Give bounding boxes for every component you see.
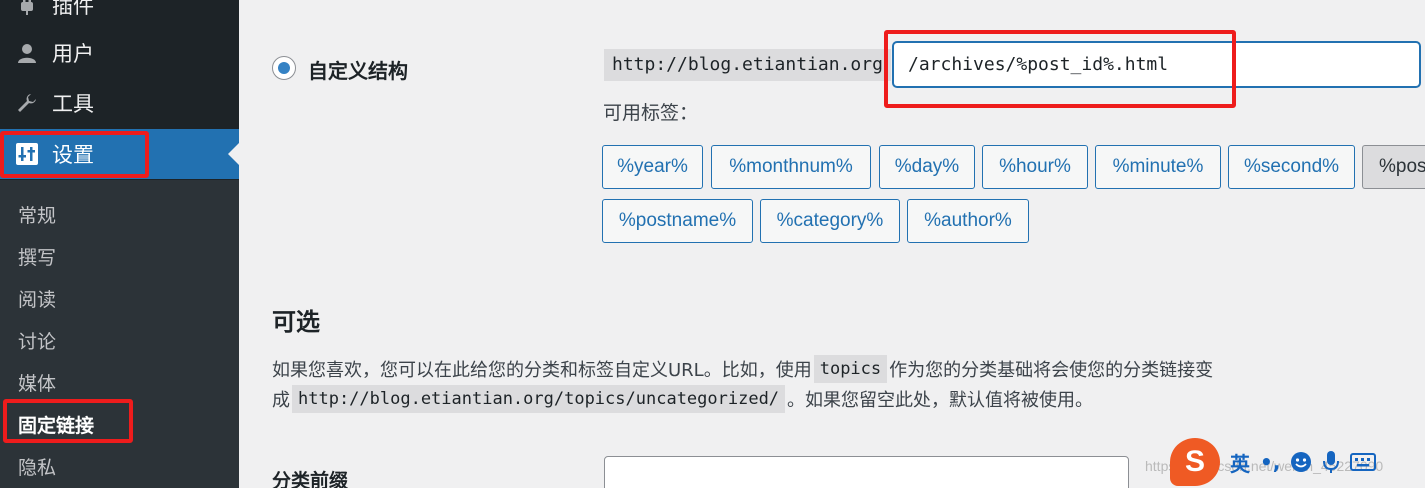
tag-button-post-id[interactable]: %pos [1362,145,1425,189]
submenu-item-writing[interactable]: 撰写 [18,243,56,270]
custom-structure-label: 自定义结构 [308,59,408,83]
permalink-prefix: http://blog.etiantian.org [604,49,891,81]
tag-button-hour[interactable]: %hour% [982,145,1088,189]
tag-button-second[interactable]: %second% [1228,145,1355,189]
menu-item-label: 工具 [52,92,94,116]
category-base-input[interactable] [604,456,1129,488]
ime-punctuation-toggle[interactable]: •, [1260,450,1280,474]
tag-button-minute[interactable]: %minute% [1095,145,1221,189]
menu-item-tools[interactable]: 工具 [0,78,239,128]
wrench-icon [14,90,40,116]
settings-sliders-icon [14,141,40,167]
ime-language-toggle[interactable]: 英 [1230,448,1250,477]
menu-item-settings[interactable]: 设置 [0,129,239,179]
tag-button-author[interactable]: %author% [907,199,1029,243]
desc-text: 成 [272,390,290,411]
desc-text: 如果您喜欢，您可以在此给您的分类和标签自定义URL。比如，使用 [272,360,812,381]
menu-item-plugins[interactable]: 插件 [0,0,239,30]
optional-description-line2: 成 http://blog.etiantian.org/topics/uncat… [272,383,1093,415]
user-icon [14,40,40,66]
menu-item-label: 用户 [52,42,94,66]
custom-structure-radio[interactable] [272,56,296,80]
tag-button-year[interactable]: %year% [602,145,703,189]
settings-submenu: 常规 撰写 阅读 讨论 媒体 固定链接 隐私 [0,180,239,488]
submenu-item-media[interactable]: 媒体 [18,369,56,396]
radio-selected-dot [278,62,290,74]
desc-code-topics: topics [813,355,888,383]
desc-text: 作为您的分类基础将会使您的分类链接变 [889,360,1214,381]
emoji-icon[interactable] [1290,451,1312,473]
ime-logo[interactable]: S [1170,438,1220,486]
menu-item-users[interactable]: 用户 [0,28,239,78]
menu-item-label: 插件 [52,0,94,18]
optional-section-title: 可选 [272,308,320,336]
available-tags-label: 可用标签： [603,102,699,124]
submenu-item-general[interactable]: 常规 [18,201,56,228]
tag-button-postname[interactable]: %postname% [602,199,753,243]
desc-code-example-url: http://blog.etiantian.org/topics/uncateg… [292,385,786,413]
permalink-structure-input[interactable] [893,42,1420,87]
desc-text: 。如果您留空此处，默认值将被使用。 [787,390,1094,411]
menu-item-label: 设置 [52,143,94,167]
category-base-label: 分类前缀 [272,470,349,488]
submenu-item-discussion[interactable]: 讨论 [18,327,56,354]
optional-description-line1: 如果您喜欢，您可以在此给您的分类和标签自定义URL。比如，使用 topics 作… [272,353,1213,385]
submenu-item-privacy[interactable]: 隐私 [18,453,56,480]
keyboard-icon[interactable] [1350,452,1377,472]
plugin-icon [14,0,40,18]
microphone-icon[interactable] [1322,450,1340,474]
submenu-item-permalinks[interactable]: 固定链接 [18,411,94,438]
tag-button-monthnum[interactable]: %monthnum% [711,145,871,189]
submenu-item-reading[interactable]: 阅读 [18,285,56,312]
ime-toolbar: S 英 •, [1170,436,1425,488]
tag-button-category[interactable]: %category% [760,199,900,243]
admin-sidebar: 插件 用户 工具 设置 常规 撰写 阅读 讨论 媒体 固定链接 隐私 [0,0,239,488]
tag-button-day[interactable]: %day% [879,145,975,189]
